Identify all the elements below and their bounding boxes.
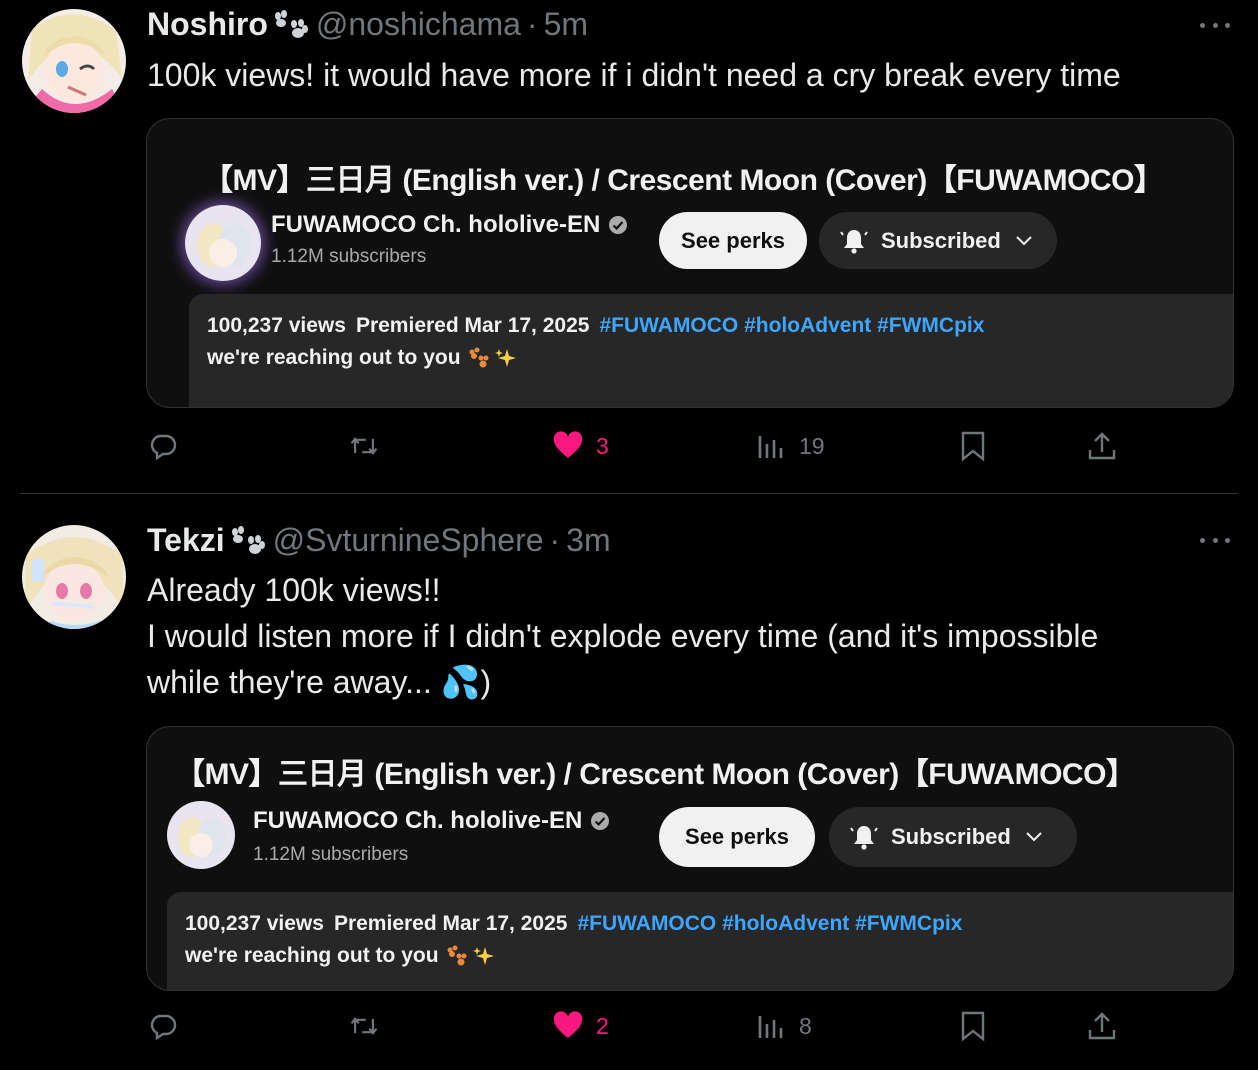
display-name[interactable]: Tekzi (147, 522, 225, 559)
sparkles-emoji-icon (494, 349, 516, 367)
bookmark-button[interactable] (957, 426, 989, 466)
chevron-down-icon (1016, 235, 1032, 245)
hashtags[interactable]: #FUWAMOCO #holoAdvent #FWMCpix (577, 912, 962, 935)
avatar[interactable] (22, 525, 126, 629)
channel-name-text: FUWAMOCO Ch. hololive-EN (253, 807, 583, 834)
view-count: 100,237 views (185, 912, 324, 935)
tweet-header: Tekzi @SvturnineSphere · 3m (147, 522, 611, 559)
views-icon (758, 1016, 783, 1038)
timestamp[interactable]: 3m (566, 522, 610, 559)
tweet-text-line: I would listen more if I didn't explode … (147, 618, 1099, 654)
bell-icon (850, 826, 878, 850)
verified-icon (609, 216, 628, 234)
tweet-text-line: 100k views! it would have more if i didn… (147, 57, 1121, 93)
bookmark-button[interactable] (957, 1006, 989, 1046)
bell-icon (840, 229, 868, 254)
bookmark-icon (961, 1011, 985, 1042)
bookmark-icon (961, 431, 985, 462)
handle[interactable]: @SvturnineSphere (273, 522, 544, 559)
tweet-divider (20, 493, 1238, 494)
video-title[interactable]: 【MV】三日月 (English ver.) / Crescent Moon (… (175, 749, 1136, 793)
like-button[interactable]: 2 (552, 1006, 609, 1046)
channel-name-text: FUWAMOCO Ch. hololive-EN (271, 211, 601, 238)
timestamp[interactable]: 5m (544, 6, 588, 43)
view-count: 100,237 views (207, 314, 346, 337)
paw-icon (231, 525, 265, 554)
tweet-text: Already 100k views!! I would listen more… (147, 567, 1098, 705)
paw-icon (274, 9, 308, 38)
separator-dot: · (549, 522, 561, 558)
tweet-text: 100k views! it would have more if i didn… (147, 52, 1121, 98)
reply-icon (150, 1014, 177, 1041)
like-button[interactable]: 3 (552, 426, 609, 466)
description-text: we're reaching out to you (207, 346, 461, 369)
retweet-button[interactable] (348, 1006, 380, 1046)
heart-icon (553, 1011, 583, 1038)
display-name[interactable]: Noshiro (147, 6, 268, 43)
description-line: we're reaching out to you (207, 346, 517, 370)
share-icon (1088, 432, 1116, 460)
views-icon (758, 436, 783, 458)
retweet-icon (350, 437, 378, 455)
tweet-header: Noshiro @noshichama · 5m (147, 6, 588, 43)
channel-avatar[interactable] (185, 205, 261, 281)
tweet[interactable]: Noshiro @noshichama · 5m 100k views! it … (0, 0, 1258, 494)
channel-name[interactable]: FUWAMOCO Ch. hololive-EN (253, 807, 610, 835)
heart-icon (553, 431, 583, 458)
tweet-text-line: while they're away... 💦) (147, 664, 492, 700)
retweet-button[interactable] (348, 426, 380, 466)
tweet-actions: 3 19 (0, 426, 1258, 466)
channel-name[interactable]: FUWAMOCO Ch. hololive-EN (271, 211, 628, 239)
tweet[interactable]: Tekzi @SvturnineSphere · 3m Already 100k… (0, 495, 1258, 1070)
like-count: 3 (596, 432, 609, 459)
chevron-down-icon (1026, 832, 1042, 842)
handle[interactable]: @noshichama (316, 6, 521, 43)
subscribed-button[interactable]: Subscribed (819, 212, 1057, 269)
tweet-actions: 2 8 (0, 1006, 1258, 1046)
views-button[interactable]: 19 (755, 426, 825, 466)
video-meta: 100,237 views Premiered Mar 17, 2025 #FUWA… (185, 912, 962, 936)
reply-icon (150, 434, 177, 461)
reply-button[interactable] (147, 426, 179, 466)
view-count: 19 (799, 432, 825, 459)
like-count: 2 (596, 1012, 609, 1039)
video-meta: 100,237 views Premiered Mar 17, 2025 #FUWA… (207, 314, 984, 338)
subscribed-label: Subscribed (881, 227, 1001, 253)
description-line: we're reaching out to you (185, 944, 495, 968)
video-description[interactable]: 100,237 views Premiered Mar 17, 2025 #FUWA… (167, 892, 1233, 990)
premiere-date: Premiered Mar 17, 2025 (333, 912, 568, 935)
subscribed-button[interactable]: Subscribed (829, 807, 1077, 867)
premiere-date: Premiered Mar 17, 2025 (355, 314, 590, 337)
embedded-youtube-card[interactable]: 【MV】三日月 (English ver.) / Crescent Moon (… (146, 726, 1234, 991)
paw-emoji-icon (469, 347, 489, 368)
sparkles-emoji-icon (472, 947, 494, 965)
view-count: 8 (799, 1012, 812, 1039)
see-perks-button[interactable]: See perks (659, 212, 807, 269)
share-button[interactable] (1086, 426, 1118, 466)
hashtags[interactable]: #FUWAMOCO #holoAdvent #FWMCpix (599, 314, 984, 337)
share-icon (1088, 1012, 1116, 1040)
tweet-text-line: Already 100k views!! (147, 572, 441, 608)
share-button[interactable] (1086, 1006, 1118, 1046)
more-icon[interactable] (1200, 20, 1230, 30)
more-icon[interactable] (1200, 535, 1230, 545)
paw-emoji-icon (447, 945, 467, 966)
verified-icon (591, 812, 610, 830)
retweet-icon (350, 1017, 378, 1035)
see-perks-button[interactable]: See perks (659, 807, 815, 867)
views-button[interactable]: 8 (755, 1006, 812, 1046)
description-text: we're reaching out to you (185, 944, 439, 967)
reply-button[interactable] (147, 1006, 179, 1046)
separator-dot: · (526, 6, 538, 42)
embedded-youtube-card[interactable]: 【MV】三日月 (English ver.) / Crescent Moon (… (146, 118, 1234, 408)
video-description[interactable]: 100,237 views Premiered Mar 17, 2025 #FUWA… (189, 294, 1233, 407)
avatar[interactable] (22, 9, 126, 113)
subscribed-label: Subscribed (891, 824, 1011, 849)
subscriber-count: 1.12M subscribers (253, 844, 409, 865)
channel-avatar[interactable] (167, 801, 235, 869)
subscriber-count: 1.12M subscribers (271, 246, 427, 267)
video-title[interactable]: 【MV】三日月 (English ver.) / Crescent Moon (… (203, 155, 1164, 199)
